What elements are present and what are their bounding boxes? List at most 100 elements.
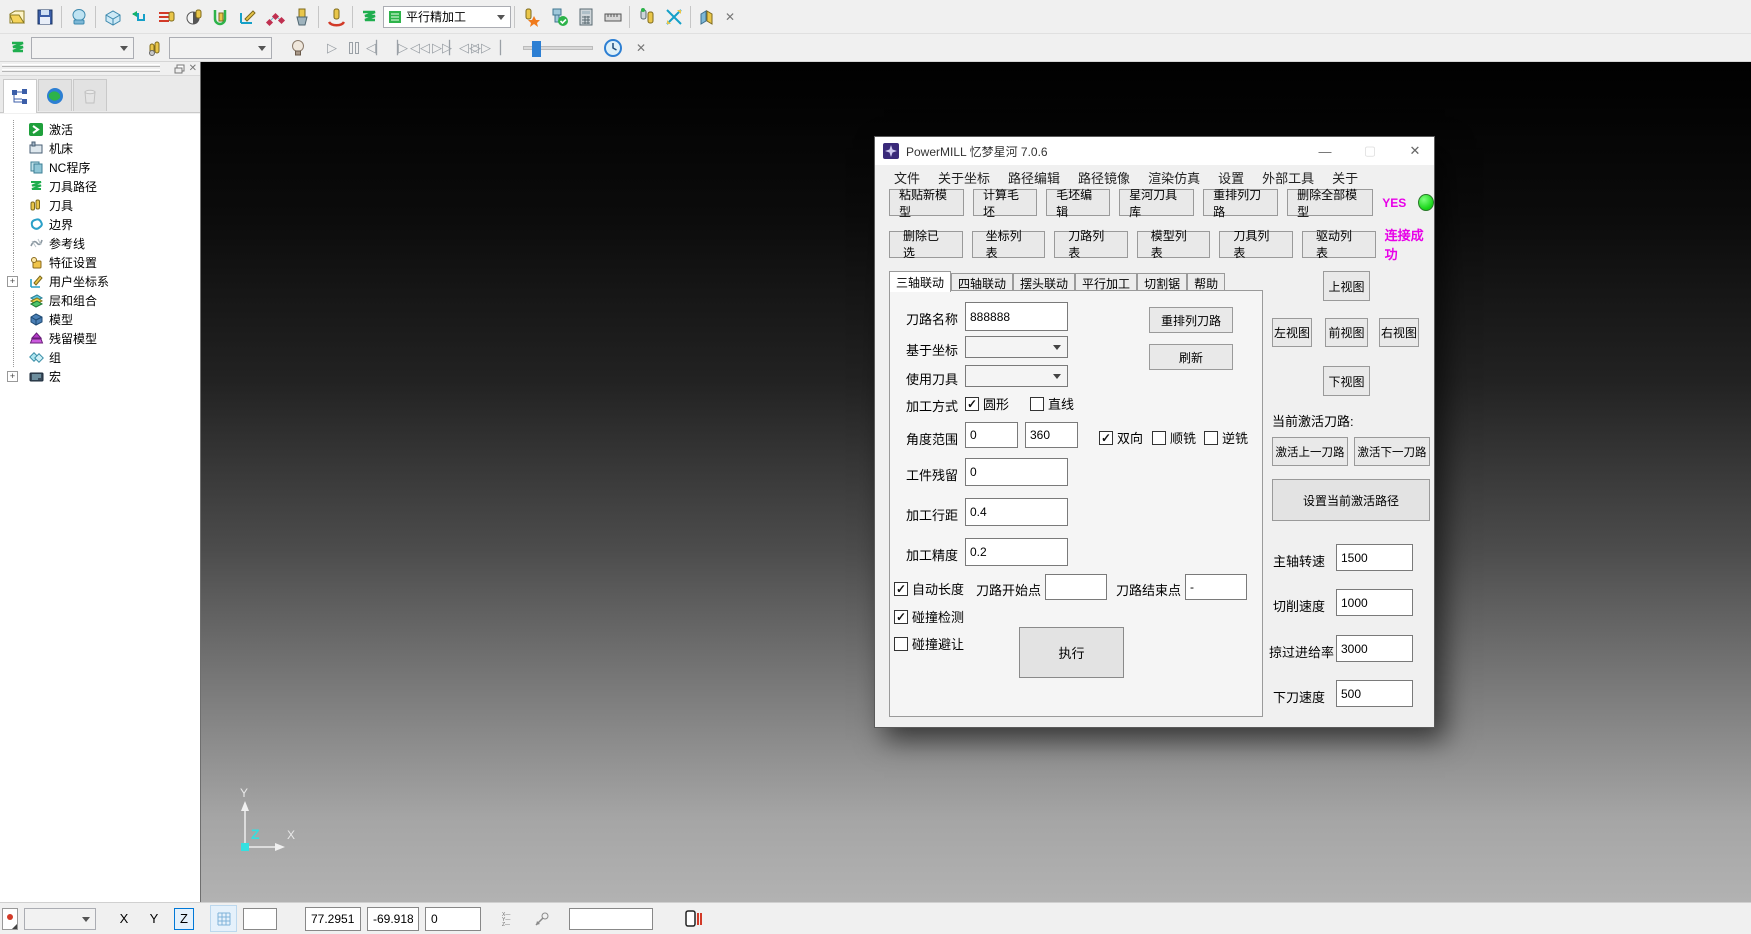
view-left-button[interactable]: 左视图 xyxy=(1272,318,1312,347)
toolpath-list-button[interactable]: 刀路列表 xyxy=(1054,231,1128,258)
cross-arrows-icon[interactable] xyxy=(660,3,687,30)
feeds-speeds-icon[interactable] xyxy=(322,3,349,30)
clock-icon[interactable] xyxy=(599,34,626,61)
tree-item-toolpaths[interactable]: 刀具路径 xyxy=(6,177,200,196)
checkbox-unchecked[interactable] xyxy=(894,637,908,651)
sim-tool-combobox[interactable] xyxy=(169,37,272,59)
bidirectional-checkbox[interactable]: 双向 xyxy=(1099,428,1143,447)
tool-star-icon[interactable] xyxy=(518,3,545,30)
checkbox-checked[interactable] xyxy=(894,582,908,596)
plunge-speed-input[interactable] xyxy=(1336,680,1413,707)
refresh-button[interactable]: 刷新 xyxy=(1149,344,1233,370)
paste-new-model-button[interactable]: 粘贴新模型 xyxy=(889,189,964,216)
tree-item-workplanes[interactable]: +用户坐标系 xyxy=(6,272,200,291)
tree-item-machine[interactable]: 机床 xyxy=(6,139,200,158)
view-right-button[interactable]: 右视图 xyxy=(1379,318,1419,347)
grid-size-field[interactable] xyxy=(243,908,277,930)
print-icon[interactable] xyxy=(65,3,92,30)
sim-tool-icon[interactable] xyxy=(142,34,169,61)
toolpath-ribbon-icon[interactable] xyxy=(4,34,31,61)
search-back-button[interactable] xyxy=(409,37,431,59)
axis-z-button[interactable]: Z xyxy=(174,908,194,930)
sim-toolbar-close-icon[interactable] xyxy=(632,39,650,57)
shade-bulb-icon[interactable] xyxy=(284,34,311,61)
dialog-titlebar[interactable]: PowerMILL 忆梦星河 7.0.6 — ▢ ✕ xyxy=(875,137,1434,165)
menu-settings[interactable]: 设置 xyxy=(1209,168,1253,187)
tree-item-tools[interactable]: 刀具 xyxy=(6,196,200,215)
cursor-y-field[interactable] xyxy=(367,907,419,931)
save-icon[interactable] xyxy=(31,3,58,30)
method-circle-checkbox[interactable]: 圆形 xyxy=(965,394,1009,413)
expander-icon[interactable]: + xyxy=(7,371,18,382)
auto-length-checkbox[interactable]: 自动长度 xyxy=(894,579,964,598)
minimize-button[interactable]: — xyxy=(1306,137,1344,165)
tree-item-activate[interactable]: 激活 xyxy=(6,120,200,139)
start-point-input[interactable] xyxy=(1045,574,1107,600)
axis-x-button[interactable]: X xyxy=(114,908,134,930)
use-tool-combobox[interactable] xyxy=(965,365,1068,387)
checkbox-unchecked[interactable] xyxy=(1152,431,1166,445)
stepover-input[interactable] xyxy=(965,498,1068,526)
tree-item-feature-sets[interactable]: 特征设置 xyxy=(6,253,200,272)
tool-check-icon[interactable] xyxy=(545,3,572,30)
execute-button[interactable]: 执行 xyxy=(1019,627,1124,678)
checkbox-checked[interactable] xyxy=(965,397,979,411)
block-model-icon[interactable] xyxy=(99,3,126,30)
stock-input[interactable] xyxy=(965,458,1068,486)
drive-list-button[interactable]: 驱动列表 xyxy=(1302,231,1376,258)
tab-trash[interactable] xyxy=(73,79,107,111)
leads-links-icon[interactable] xyxy=(207,3,234,30)
grid-snap-icon[interactable] xyxy=(210,905,237,932)
view-front-button[interactable]: 前视图 xyxy=(1325,318,1368,347)
based-coord-combobox[interactable] xyxy=(965,336,1068,358)
tool-pair-icon[interactable] xyxy=(633,3,660,30)
rapid-moves-icon[interactable] xyxy=(126,3,153,30)
collision-avoid-checkbox[interactable]: 碰撞避让 xyxy=(894,634,964,653)
ball-tool-icon[interactable] xyxy=(180,3,207,30)
set-active-path-button[interactable]: 设置当前激活路径 xyxy=(1272,479,1430,521)
view-bottom-button[interactable]: 下视图 xyxy=(1323,366,1370,396)
float-panel-icon[interactable] xyxy=(174,64,185,74)
tool-list-button[interactable]: 刀具列表 xyxy=(1219,231,1293,258)
menu-render-sim[interactable]: 渲染仿真 xyxy=(1139,168,1209,187)
tab-world[interactable] xyxy=(38,79,72,111)
menu-path-edit[interactable]: 路径编辑 xyxy=(999,168,1069,187)
toolpath-edit-icon[interactable] xyxy=(153,3,180,30)
tree-item-levels[interactable]: 层和组合 xyxy=(6,291,200,310)
angle-to-input[interactable] xyxy=(1025,422,1078,448)
step-forward-button[interactable] xyxy=(387,37,409,59)
close-button[interactable]: ✕ xyxy=(1396,137,1434,165)
model-list-button[interactable]: 模型列表 xyxy=(1137,231,1211,258)
tolerance-input[interactable] xyxy=(965,538,1068,566)
tree-item-stock-models[interactable]: 残留模型 xyxy=(6,329,200,348)
checkbox-checked[interactable] xyxy=(1099,431,1113,445)
xyz-readout-icon[interactable]: X—Y—Z— xyxy=(495,905,522,932)
method-line-checkbox[interactable]: 直线 xyxy=(1030,394,1074,413)
menu-external-tools[interactable]: 外部工具 xyxy=(1253,168,1323,187)
tool-library-button[interactable]: 星河刀具库 xyxy=(1119,189,1194,216)
cursor-z-field[interactable] xyxy=(425,907,481,931)
activate-next-toolpath-button[interactable]: 激活下一刀路 xyxy=(1354,437,1430,466)
spindle-speed-input[interactable] xyxy=(1336,544,1413,571)
panel-grip[interactable]: ✕ xyxy=(0,62,200,76)
cutting-speed-input[interactable] xyxy=(1336,589,1413,616)
toolbar-close-icon[interactable] xyxy=(721,8,739,26)
clipboard-flip-icon[interactable] xyxy=(679,905,706,932)
go-to-end-button[interactable] xyxy=(475,37,497,59)
calculator-icon[interactable] xyxy=(572,3,599,30)
maximize-button[interactable]: ▢ xyxy=(1351,137,1389,165)
ruler-icon[interactable] xyxy=(599,3,626,30)
activate-prev-toolpath-button[interactable]: 激活上一刀路 xyxy=(1272,437,1348,466)
active-toolpath-icon[interactable] xyxy=(356,3,383,30)
menu-file[interactable]: 文件 xyxy=(885,168,929,187)
play-button[interactable] xyxy=(321,37,343,59)
conventional-checkbox[interactable]: 逆铣 xyxy=(1204,428,1248,447)
collision-check-checkbox[interactable]: 碰撞检测 xyxy=(894,607,964,626)
rearrange-button[interactable]: 重排列刀路 xyxy=(1149,307,1233,333)
expander-icon[interactable]: + xyxy=(7,276,18,287)
calc-block-button[interactable]: 计算毛坯 xyxy=(973,189,1037,216)
checkbox-unchecked[interactable] xyxy=(1030,397,1044,411)
tab-3axis[interactable]: 三轴联动 xyxy=(889,271,951,292)
climb-checkbox[interactable]: 顺铣 xyxy=(1152,428,1196,447)
tree-item-nc-program[interactable]: NC程序 xyxy=(6,158,200,177)
